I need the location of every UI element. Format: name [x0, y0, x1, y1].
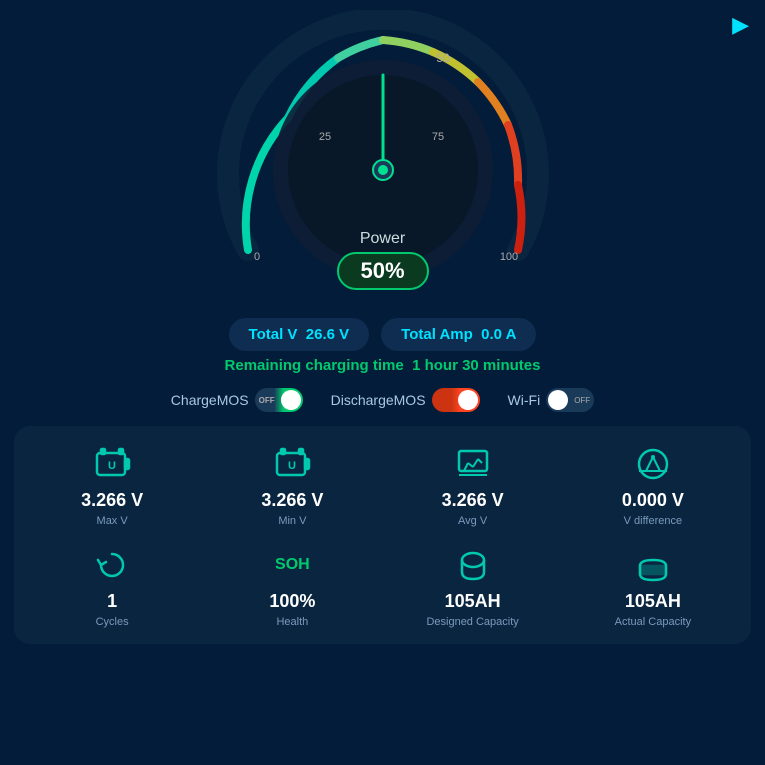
- max-v-label: Max V: [97, 515, 128, 527]
- top-area: ▶: [0, 0, 765, 412]
- actual-cap-value: 105AH: [625, 591, 681, 612]
- gauge-container: 50 75 25 0 100 Power 50%: [193, 10, 573, 310]
- max-v-value: 3.266 V: [81, 490, 143, 511]
- metric-v-diff: 0.000 V V difference: [567, 442, 739, 527]
- min-v-icon: U: [270, 442, 314, 486]
- v-diff-icon: [631, 442, 675, 486]
- total-amp-pill: Total Amp 0.0 A: [381, 318, 536, 351]
- discharge-mos-toggle[interactable]: ON: [432, 388, 480, 412]
- gauge-label-0: 0: [253, 251, 259, 263]
- bottom-card: U 3.266 V Max V U 3.266 V Min V: [14, 426, 751, 644]
- metric-health: SOH 100% Health: [206, 543, 378, 628]
- avg-v-label: Avg V: [458, 515, 487, 527]
- metric-max-v: U 3.266 V Max V: [26, 442, 198, 527]
- remaining-value: 1 hour 30 minutes: [412, 357, 540, 374]
- wifi-label: Wi-Fi: [508, 392, 541, 408]
- actual-cap-label: Actual Capacity: [615, 616, 691, 628]
- gauge-label-100: 100: [499, 251, 517, 263]
- gauge-label-25: 25: [318, 131, 330, 143]
- charge-mos-off-label: OFF: [259, 396, 275, 405]
- discharge-mos-on-label: ON: [464, 396, 476, 405]
- svg-text:U: U: [288, 460, 296, 472]
- cycles-label: Cycles: [96, 616, 129, 628]
- play-icon[interactable]: ▶: [732, 12, 749, 38]
- soh-text: SOH: [275, 556, 310, 574]
- designed-cap-label: Designed Capacity: [426, 616, 518, 628]
- charge-mos-knob: [281, 390, 301, 410]
- discharge-mos-label: DischargeMOS: [331, 392, 426, 408]
- gauge-label-50: 50: [436, 51, 450, 65]
- actual-cap-icon: [631, 543, 675, 587]
- health-label: Health: [276, 616, 308, 628]
- metric-actual-cap: 105AH Actual Capacity: [567, 543, 739, 628]
- remaining-row: Remaining charging time 1 hour 30 minute…: [225, 357, 541, 374]
- v-diff-value: 0.000 V: [622, 490, 684, 511]
- designed-cap-icon: [451, 543, 495, 587]
- charge-mos-group: ChargeMOS OFF: [171, 388, 303, 412]
- wifi-group: Wi-Fi OFF: [508, 388, 595, 412]
- toggles-row: ChargeMOS OFF DischargeMOS ON Wi-Fi OFF: [171, 388, 594, 412]
- charge-mos-toggle[interactable]: OFF: [255, 388, 303, 412]
- cycles-icon: [90, 543, 134, 587]
- max-v-icon: U: [90, 442, 134, 486]
- gauge-percent-display: 50%: [336, 252, 428, 290]
- cycles-value: 1: [107, 591, 117, 612]
- remaining-label: Remaining charging time: [225, 357, 404, 374]
- wifi-toggle[interactable]: OFF: [546, 388, 594, 412]
- avg-v-icon: [451, 442, 495, 486]
- metric-min-v: U 3.266 V Min V: [206, 442, 378, 527]
- avg-v-value: 3.266 V: [442, 490, 504, 511]
- health-value: 100%: [269, 591, 315, 612]
- total-amp-label: Total Amp: [401, 326, 473, 343]
- stats-row: Total V 26.6 V Total Amp 0.0 A: [229, 318, 537, 351]
- total-v-pill: Total V 26.6 V: [229, 318, 370, 351]
- gauge-center-text: Power 50%: [336, 230, 428, 290]
- total-v-label: Total V: [249, 326, 298, 343]
- metric-designed-cap: 105AH Designed Capacity: [387, 543, 559, 628]
- gauge-label-text: Power: [360, 230, 405, 248]
- gauge-label-75: 75: [431, 131, 443, 143]
- total-amp-value: 0.0 A: [481, 326, 516, 343]
- min-v-label: Min V: [278, 515, 306, 527]
- charge-mos-label: ChargeMOS: [171, 392, 249, 408]
- wifi-off-label: OFF: [574, 396, 590, 405]
- designed-cap-value: 105AH: [445, 591, 501, 612]
- v-diff-label: V difference: [624, 515, 683, 527]
- svg-text:U: U: [108, 460, 116, 472]
- wifi-knob: [548, 390, 568, 410]
- health-icon: SOH: [270, 543, 314, 587]
- min-v-value: 3.266 V: [261, 490, 323, 511]
- discharge-mos-group: DischargeMOS ON: [331, 388, 480, 412]
- total-v-value: 26.6 V: [306, 326, 349, 343]
- metric-cycles: 1 Cycles: [26, 543, 198, 628]
- metric-avg-v: 3.266 V Avg V: [387, 442, 559, 527]
